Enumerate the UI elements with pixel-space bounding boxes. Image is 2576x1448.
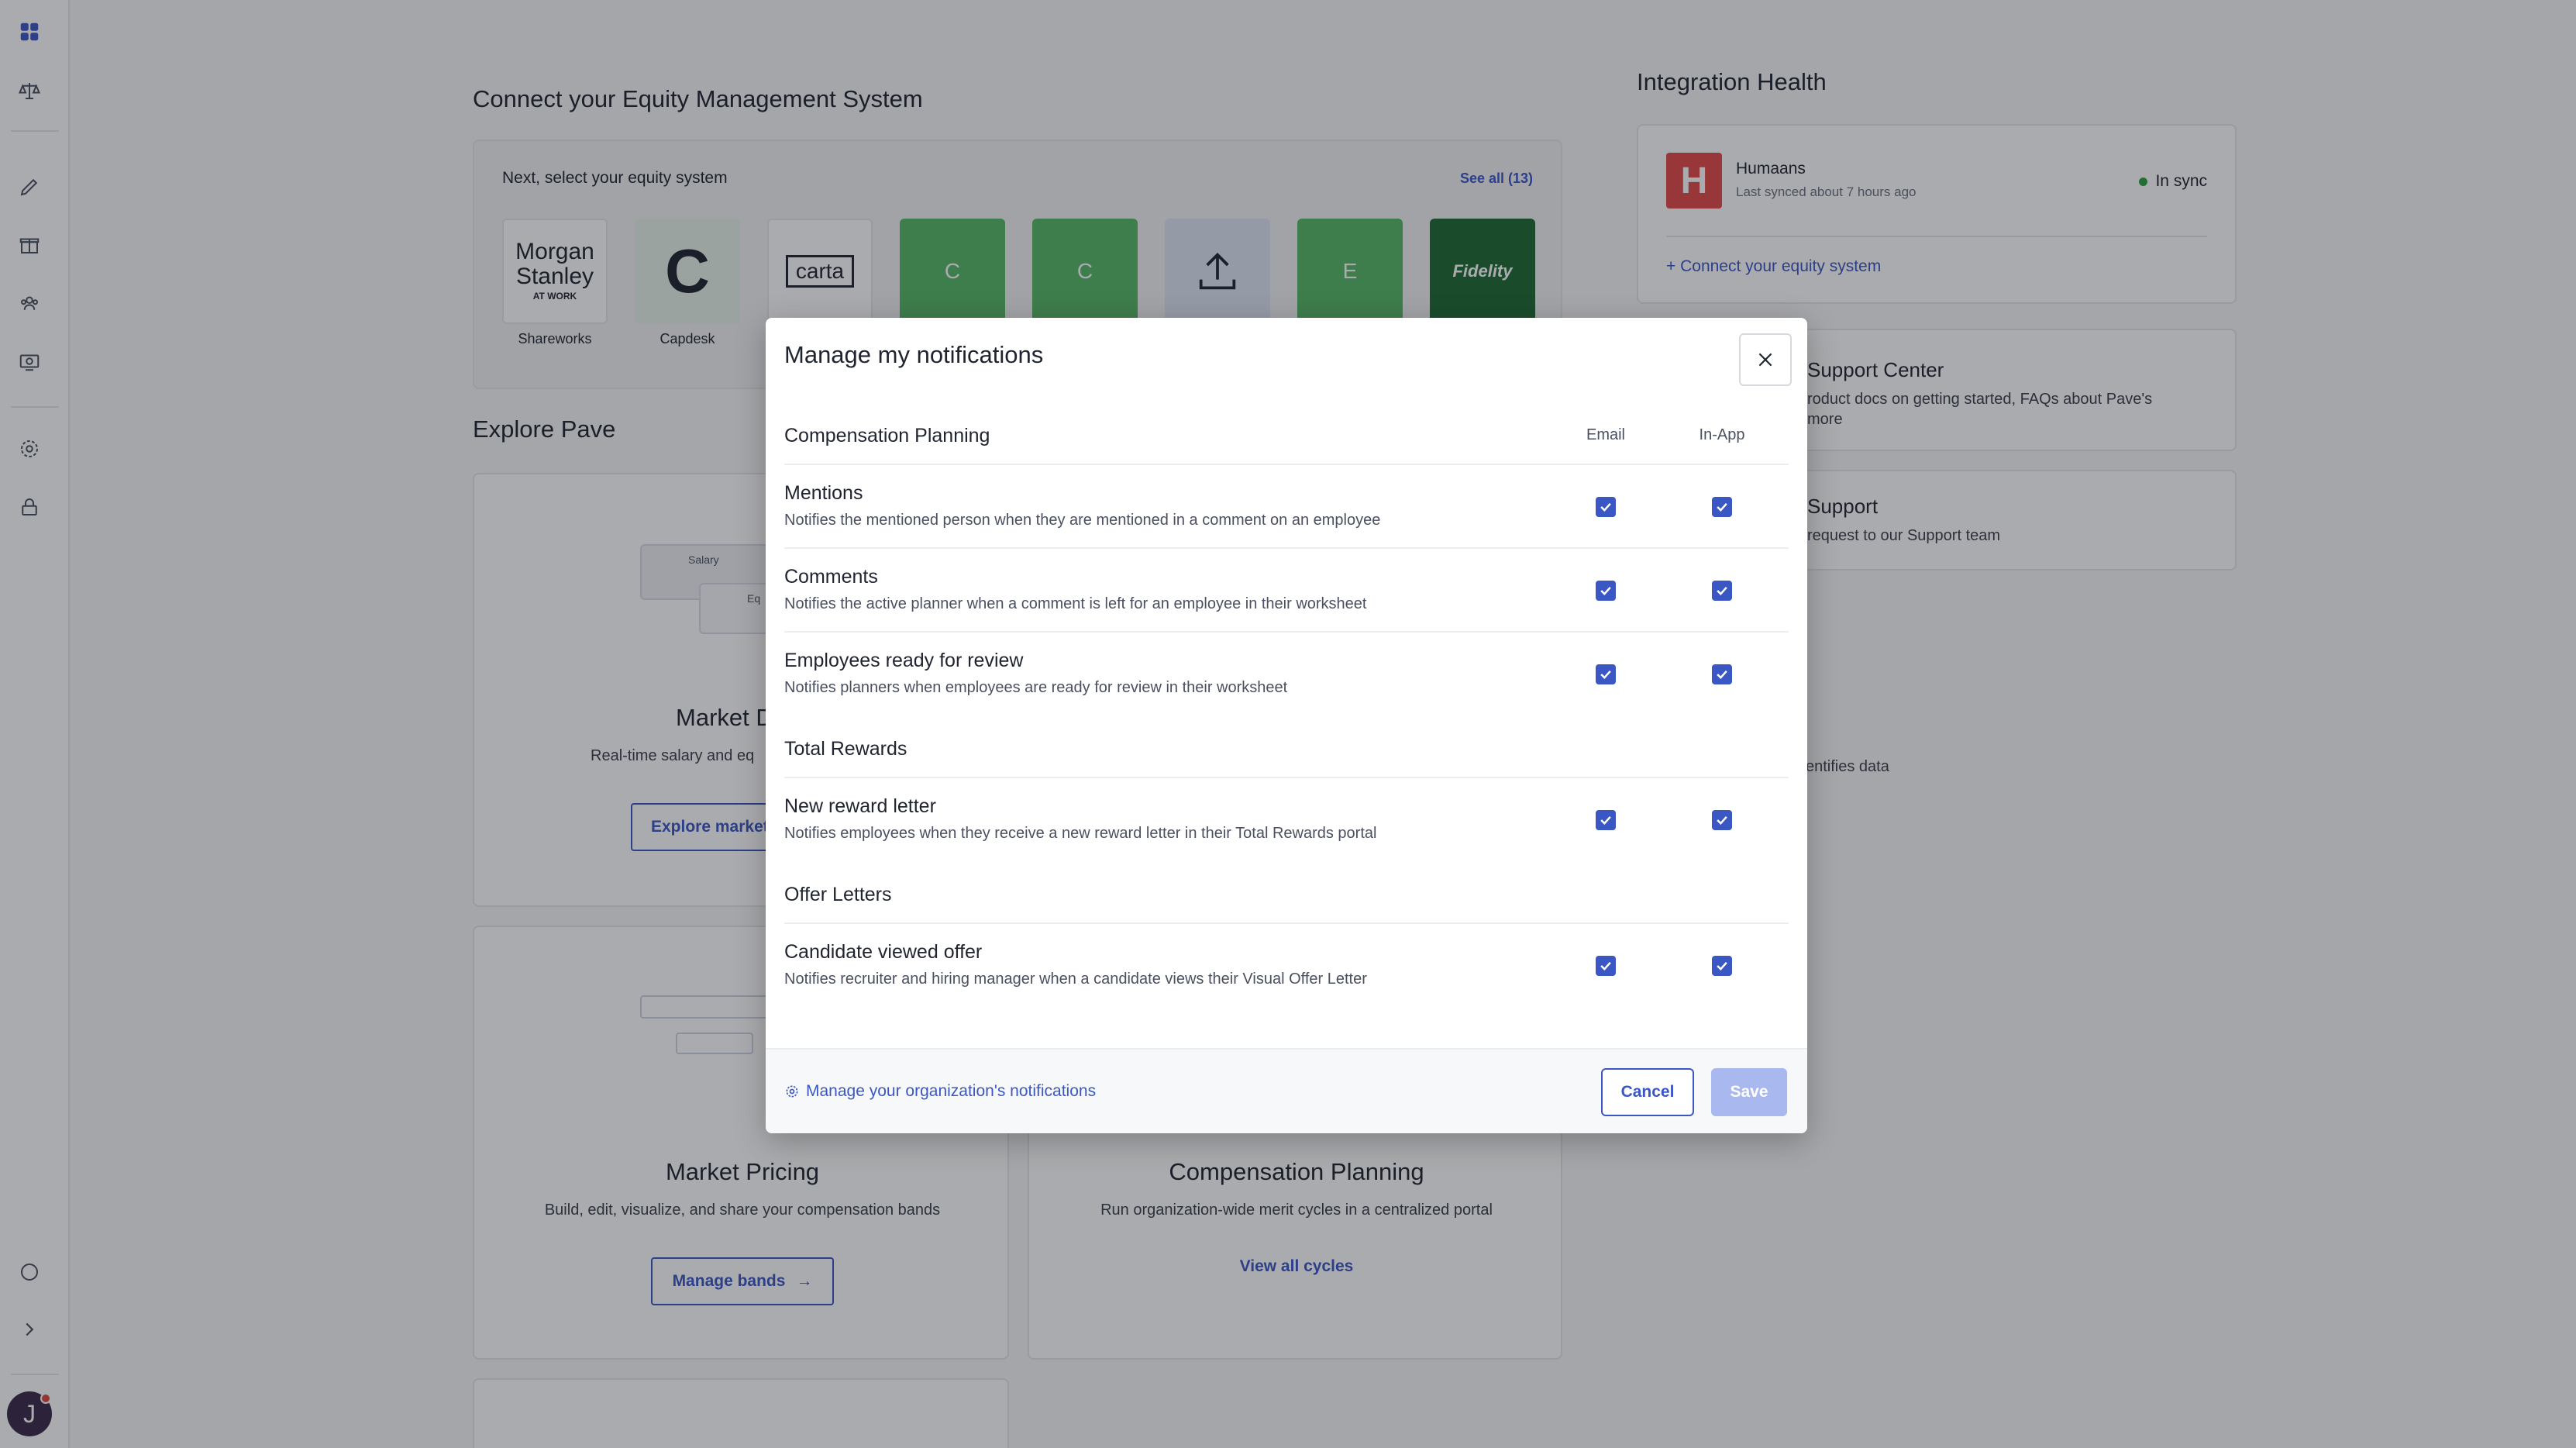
- inapp-checkbox[interactable]: [1712, 581, 1732, 601]
- check-icon: [1717, 670, 1727, 679]
- email-checkbox[interactable]: [1596, 956, 1616, 976]
- check-icon: [1600, 586, 1611, 595]
- inapp-column-label: In-App: [1699, 426, 1745, 443]
- check-icon: [1600, 502, 1611, 512]
- org-link-label: Manage your organization's notifications: [806, 1082, 1097, 1100]
- notification-title: Comments: [784, 566, 878, 588]
- org-notifications-link[interactable]: Manage your organization's notifications: [784, 1082, 1096, 1101]
- modal-title: Manage my notifications: [784, 341, 1044, 368]
- close-button[interactable]: [1739, 333, 1792, 386]
- notification-row: Mentions Notifies the mentioned person w…: [784, 465, 1789, 549]
- modal-body: Compensation Planning Email In-App Menti…: [784, 403, 1789, 1008]
- check-icon: [1717, 815, 1727, 825]
- notification-title: Candidate viewed offer: [784, 941, 983, 963]
- group-header: Total Rewards: [784, 716, 1789, 778]
- check-icon: [1600, 961, 1611, 971]
- inapp-checkbox[interactable]: [1712, 497, 1732, 517]
- notification-desc: Notifies recruiter and hiring manager wh…: [784, 971, 1367, 988]
- group-title: Offer Letters: [784, 884, 892, 905]
- close-icon: [1758, 353, 1772, 367]
- check-icon: [1600, 815, 1611, 825]
- check-icon: [1717, 502, 1727, 512]
- notification-title: Mentions: [784, 482, 863, 504]
- notification-row: Candidate viewed offer Notifies recruite…: [784, 924, 1789, 1008]
- notification-desc: Notifies employees when they receive a n…: [784, 825, 1377, 842]
- notification-title: New reward letter: [784, 795, 936, 817]
- email-checkbox[interactable]: [1596, 581, 1616, 601]
- email-checkbox[interactable]: [1596, 664, 1616, 684]
- notifications-modal: Manage my notifications Compensation Pla…: [766, 318, 1807, 1133]
- notification-desc: Notifies the mentioned person when they …: [784, 512, 1381, 529]
- notification-row: New reward letter Notifies employees whe…: [784, 778, 1789, 862]
- inapp-checkbox[interactable]: [1712, 664, 1732, 684]
- notification-desc: Notifies the active planner when a comme…: [784, 595, 1367, 612]
- notification-title: Employees ready for review: [784, 650, 1024, 671]
- email-checkbox[interactable]: [1596, 810, 1616, 830]
- gear-icon: [786, 1085, 798, 1098]
- group-header: Offer Letters: [784, 862, 1789, 924]
- cancel-button[interactable]: Cancel: [1601, 1068, 1694, 1116]
- email-column-label: Email: [1586, 426, 1625, 443]
- check-icon: [1717, 961, 1727, 971]
- check-icon: [1600, 670, 1611, 679]
- inapp-checkbox[interactable]: [1712, 810, 1732, 830]
- check-icon: [1717, 586, 1727, 595]
- inapp-checkbox[interactable]: [1712, 956, 1732, 976]
- modal-footer: Manage your organization's notifications…: [766, 1048, 1807, 1133]
- group-title: Total Rewards: [784, 738, 907, 760]
- notification-desc: Notifies planners when employees are rea…: [784, 679, 1288, 696]
- notification-row: Comments Notifies the active planner whe…: [784, 549, 1789, 633]
- email-checkbox[interactable]: [1596, 497, 1616, 517]
- notification-row: Employees ready for review Notifies plan…: [784, 633, 1789, 716]
- save-button[interactable]: Save: [1711, 1068, 1787, 1116]
- group-title: Compensation Planning: [784, 425, 990, 446]
- group-header: Compensation Planning Email In-App: [784, 403, 1789, 465]
